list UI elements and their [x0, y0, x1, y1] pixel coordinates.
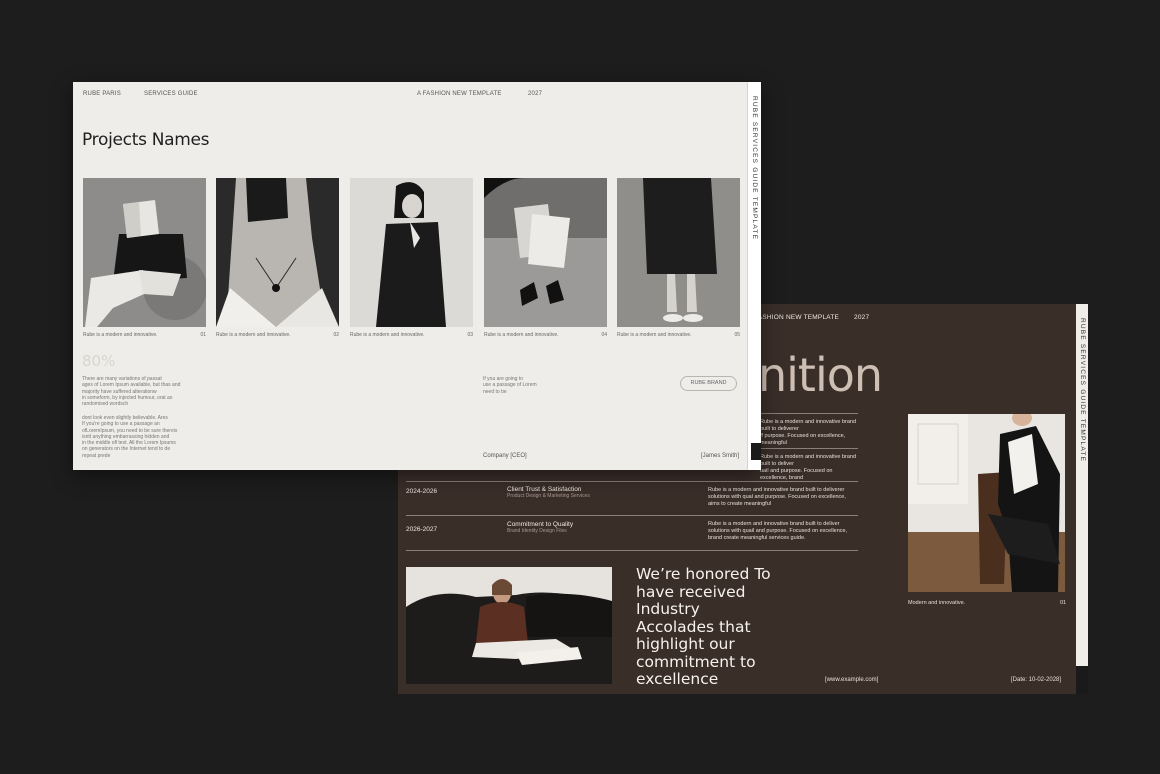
chair-photo [908, 414, 1065, 592]
side-marker [1076, 666, 1088, 694]
row-year: 2026-2027 [406, 526, 438, 533]
page-title: Projects Names [82, 130, 210, 150]
row-description: Rube is a modern and innovative brand bu… [708, 487, 846, 507]
row-title: Commitment to Quality Brand Identity Des… [507, 521, 574, 534]
header-brand: RUBE PARIS [83, 91, 121, 97]
row-description: Rube is a modern and innovative brand bu… [760, 419, 857, 446]
project-thumbnail[interactable] [83, 178, 206, 327]
sofa-photo [406, 567, 612, 684]
thumbnail-caption: Rube is a modern and innovative. 04 [484, 332, 607, 338]
project-thumbnail[interactable] [350, 178, 473, 327]
project-thumbnail[interactable] [216, 178, 339, 327]
thumbnail-caption: Rube is a modern and innovative. 03 [350, 332, 473, 338]
brand-button[interactable]: RUBE BRAND [680, 376, 737, 391]
vertical-label: RUBE SERVICES GUIDE TEMPLATE [1079, 318, 1086, 463]
row-year: 2024-2026 [406, 488, 438, 495]
project-thumbnail[interactable] [617, 178, 740, 327]
photo-caption: Modern and innovative. [908, 600, 966, 606]
light-slide: RUBE PARIS SERVICES GUIDE A FASHION NEW … [73, 82, 761, 470]
header-year: 2027 [528, 91, 543, 97]
footer-date: [Date: 10-02-2028] [1011, 677, 1062, 683]
honored-text: We’re honored To have received Industry … [636, 565, 771, 688]
signature-role: Company [CEO] [483, 453, 527, 459]
divider [760, 448, 858, 449]
thumbnail-caption: Rube is a modern and innovative. 05 [617, 332, 740, 338]
photo-number: 01 [1060, 600, 1067, 606]
signature-name: [James Smith] [701, 453, 740, 459]
body-paragraph: There are many variations of passat ages… [82, 376, 181, 408]
percent-stat: 80% [82, 352, 116, 370]
thumbnail-caption: Rube is a modern and innovative. 01 [83, 332, 206, 338]
back-header-title: FASHION NEW TEMPLATE [754, 314, 840, 321]
divider [406, 515, 858, 516]
vertical-label: RUBE SERVICES GUIDE TEMPLATE [751, 96, 758, 241]
thumbnail-caption: Rube is a modern and innovative. 02 [216, 332, 339, 338]
side-marker [751, 443, 761, 460]
row-description: Rube is a modern and innovative brand bu… [708, 521, 848, 541]
back-header-year: 2027 [854, 314, 870, 321]
divider [406, 550, 858, 551]
header-section: SERVICES GUIDE [144, 91, 198, 97]
header-template: A FASHION NEW TEMPLATE [417, 91, 502, 97]
body-paragraph: If you are going to use a passage of Lor… [483, 376, 537, 395]
body-paragraph: dont look even slightly believable. Ares… [82, 415, 178, 459]
row-title: Client Trust & Satisfaction Product Desi… [507, 486, 590, 499]
project-thumbnail[interactable] [484, 178, 607, 327]
footer-url[interactable]: [www.example.com] [825, 677, 878, 683]
row-description: Rube is a modern and innovative brand bu… [760, 454, 857, 481]
divider [760, 413, 858, 414]
big-heading: nition [758, 348, 883, 402]
